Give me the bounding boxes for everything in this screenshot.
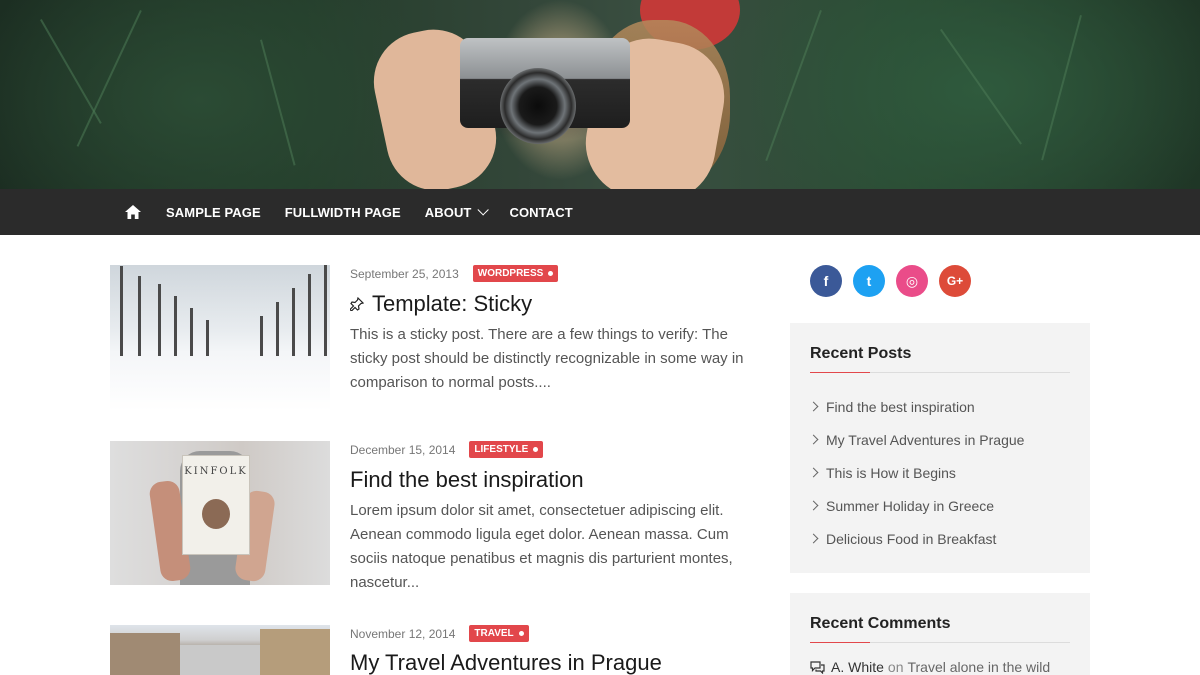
post-date[interactable]: November 12, 2014: [350, 627, 455, 641]
post-item: KINFOLK December 15, 2014 LIFESTYLE Find…: [110, 441, 750, 591]
chevron-right-icon: [808, 467, 819, 478]
twitter-icon[interactable]: t: [853, 265, 885, 297]
post-thumbnail[interactable]: [110, 265, 330, 411]
recent-post-link[interactable]: Find the best inspiration: [808, 390, 1024, 423]
pin-icon: [350, 297, 364, 311]
recent-post-link[interactable]: This is How it Begins: [808, 456, 1024, 489]
chevron-right-icon: [808, 533, 819, 544]
chevron-right-icon: [808, 434, 819, 445]
recent-post-link[interactable]: Summer Holiday in Greece: [808, 489, 1024, 522]
comment-author[interactable]: A. White: [831, 659, 884, 675]
recent-post-link[interactable]: My Travel Adventures in Prague: [808, 423, 1024, 456]
chevron-down-icon: [477, 204, 490, 216]
comment-post-link[interactable]: Travel alone in the wild: [907, 659, 1050, 675]
post-excerpt: Lorem ipsum dolor sit amet, consectetuer…: [350, 502, 733, 591]
post-date[interactable]: December 15, 2014: [350, 443, 455, 457]
recent-posts-widget: Recent Posts Find the best inspiration M…: [790, 323, 1090, 573]
nav-about[interactable]: ABOUT: [425, 189, 490, 235]
post-title[interactable]: Find the best inspiration: [350, 467, 584, 493]
category-badge[interactable]: LIFESTYLE: [469, 441, 544, 458]
header-image: [0, 0, 1200, 189]
nav-sample-page[interactable]: SAMPLE PAGE: [166, 189, 261, 235]
comment-icon: [810, 660, 825, 674]
post-item: November 12, 2014 TRAVEL My Travel Adven…: [110, 625, 750, 675]
post-title[interactable]: My Travel Adventures in Prague: [350, 650, 662, 675]
post-thumbnail[interactable]: [110, 625, 330, 675]
nav-fullwidth-page[interactable]: FULLWIDTH PAGE: [285, 189, 401, 235]
recent-comments-widget: Recent Comments A. White on Travel alone…: [790, 593, 1090, 675]
dribbble-icon[interactable]: ◎: [896, 265, 928, 297]
chevron-right-icon: [808, 500, 819, 511]
recent-comment: A. White on Travel alone in the wild: [810, 659, 1050, 675]
main-navigation: SAMPLE PAGE FULLWIDTH PAGE ABOUT CONTACT: [0, 189, 1200, 235]
facebook-icon[interactable]: f: [810, 265, 842, 297]
post-thumbnail[interactable]: KINFOLK: [110, 441, 330, 585]
category-badge[interactable]: WORDPRESS: [472, 265, 559, 282]
recent-post-link[interactable]: Delicious Food in Breakfast: [808, 522, 1024, 555]
post-title[interactable]: Template: Sticky: [350, 291, 532, 317]
chevron-right-icon: [808, 401, 819, 412]
nav-contact[interactable]: CONTACT: [509, 189, 572, 235]
post-excerpt: This is a sticky post. There are a few t…: [350, 326, 744, 391]
social-links: f t ◎ G+: [810, 265, 971, 297]
google-plus-icon[interactable]: G+: [939, 265, 971, 297]
widget-title: Recent Comments: [810, 615, 951, 632]
home-icon[interactable]: [122, 189, 144, 235]
post-item: September 25, 2013 WORDPRESS Template: S…: [110, 265, 750, 415]
category-badge[interactable]: TRAVEL: [469, 625, 529, 642]
post-date[interactable]: September 25, 2013: [350, 267, 459, 281]
widget-title: Recent Posts: [810, 345, 912, 362]
